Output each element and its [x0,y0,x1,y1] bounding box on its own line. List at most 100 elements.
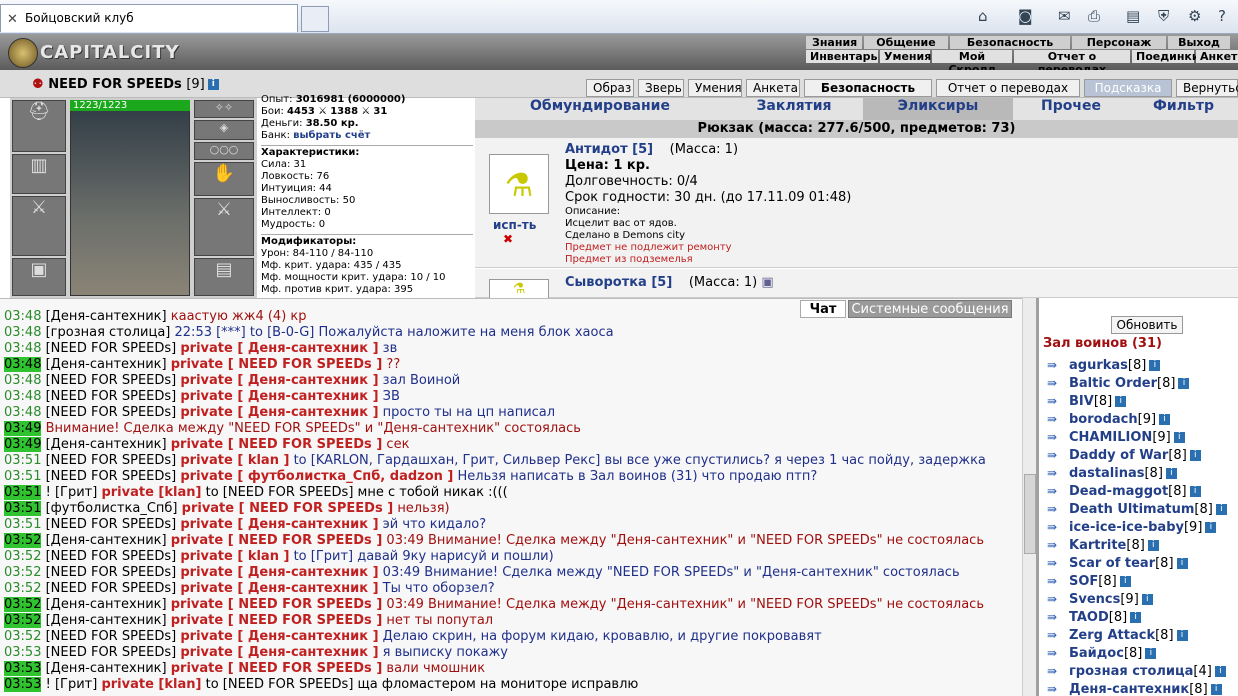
chat-nick[interactable]: [NEED FOR SPEEDs] [46,565,177,580]
helmet-slot[interactable]: ⛑ [12,100,66,152]
private-arrow-icon[interactable]: ⇛ [1047,410,1069,428]
chat-nick[interactable]: [NEED FOR SPEEDs] [46,405,177,420]
online-user[interactable]: ⇛ Байдос[8] i [1047,644,1157,663]
chat-time[interactable]: 03:52 [4,581,41,596]
user-nick[interactable]: Деня-сантехник [1069,682,1189,696]
chat-time[interactable]: 03:52 [4,629,41,644]
chat-nick[interactable]: [NEED FOR SPEEDs] [46,645,177,660]
new-tab-button[interactable] [301,6,329,32]
chat-private-target[interactable]: private [ Деня-сантехник ] [180,405,378,420]
info-icon[interactable]: i [1147,540,1159,551]
chat-nick[interactable]: [Деня-сантехник] [46,661,167,676]
user-nick[interactable]: dastalinas [1069,466,1144,481]
chat-time[interactable]: 03:52 [4,549,41,564]
chat-private-target[interactable]: private [ Деня-сантехник ] [180,389,378,404]
chat-nick[interactable]: [Деня-сантехник] [46,437,167,452]
info-icon[interactable]: i [1141,594,1153,605]
chat-private-target[interactable]: private [ klan ] [180,549,289,564]
bank-link[interactable]: выбрать счёт [293,130,370,141]
chat-time[interactable]: 03:51 [4,469,41,484]
private-arrow-icon[interactable]: ⇛ [1047,446,1069,464]
feeds-icon[interactable]: ◙ [1018,7,1033,25]
bracers-slot[interactable]: ▥ [12,154,66,194]
user-nick[interactable]: Daddy of War [1069,448,1168,463]
private-arrow-icon[interactable]: ⇛ [1047,374,1069,392]
refresh-button[interactable]: Обновить [1111,316,1183,334]
back-button[interactable]: Вернуться [1176,79,1238,97]
gloves-slot[interactable]: ✋ [194,162,254,196]
tab-elixirs[interactable]: Эликсиры [863,98,1013,120]
chat-nick[interactable]: [NEED FOR SPEEDs] [46,581,177,596]
menu-skills[interactable]: Умения [880,50,931,63]
tools-icon[interactable]: ⚙ [1188,7,1201,25]
chat-private-target[interactable]: private [ Деня-сантехник ] [180,629,378,644]
info-icon[interactable]: i [1130,612,1142,623]
chat-time[interactable]: 03:53 [4,677,42,692]
user-nick[interactable]: TAOD [1069,610,1109,625]
info-icon[interactable]: i [1159,414,1171,425]
home-icon[interactable]: ⌂ [978,7,988,25]
chat-nick[interactable]: ! [Грит] [46,677,98,692]
characteristics-header[interactable]: Характеристики: [261,145,473,159]
image-button[interactable]: Образ [586,79,634,97]
info-icon[interactable]: i [1176,630,1188,641]
info-icon[interactable]: i [1119,576,1131,587]
item-name[interactable]: Антидот [5] [565,142,653,157]
info-icon[interactable]: i [1145,648,1157,659]
chat-time[interactable]: 03:53 [4,661,42,676]
page-icon[interactable]: ▤ [1126,7,1140,25]
pet-button[interactable]: Зверь [638,79,684,97]
private-arrow-icon[interactable]: ⇛ [1047,572,1069,590]
menu-inventory[interactable]: Инвентарь [806,50,878,63]
user-nick[interactable]: Svencs [1069,592,1120,607]
chat-time[interactable]: 03:48 [4,325,41,340]
user-nick[interactable]: Байдос [1069,646,1124,661]
info-icon[interactable]: i [1149,360,1161,371]
private-arrow-icon[interactable]: ⇛ [1047,644,1069,662]
boots-slot[interactable]: ▤ [194,258,254,296]
chat-nick[interactable]: [NEED FOR SPEEDs] [46,389,177,404]
chat-nick[interactable]: [NEED FOR SPEEDs] [46,453,177,468]
private-arrow-icon[interactable]: ⇛ [1047,536,1069,554]
chat-private-target[interactable]: private [ Деня-сантехник ] [180,373,378,388]
chat-private-target[interactable]: private [ Деня-сантехник ] [180,581,378,596]
online-user[interactable]: ⇛ borodach[9] i [1047,410,1171,429]
chat-nick[interactable]: [Деня-сантехник] [46,533,167,548]
chat-nick[interactable]: [Деня-сантехник] [46,309,167,324]
chat-private-target[interactable]: private [ klan ] [180,453,289,468]
earrings-slot[interactable]: ✧✧ [194,100,254,118]
help-icon[interactable]: ? [1218,7,1226,25]
menu-knowledge[interactable]: Знания [806,36,862,49]
chat-private-target[interactable]: private [ футболистка_Спб, dadzon ] [180,469,453,484]
amulet-slot[interactable]: ◈ [194,120,254,140]
chat-time[interactable]: 03:48 [4,373,41,388]
chat-private-target[interactable]: private [ NEED FOR SPEEDs ] [182,501,394,516]
user-nick[interactable]: ice-ice-ice-baby [1069,520,1184,535]
chat-private-target[interactable]: private [ NEED FOR SPEEDs ] [171,661,383,676]
chat-time[interactable]: 03:52 [4,613,42,628]
chat-private-target[interactable]: private [ Деня-сантехник ] [180,565,378,580]
menu-security[interactable]: Безопасность [950,36,1070,49]
chat-nick[interactable]: [NEED FOR SPEEDs] [46,517,177,532]
chat-nick[interactable]: [грозная столица] [46,325,171,340]
info-icon[interactable]: i [1165,468,1177,479]
item-name[interactable]: Сыворотка [5] [565,275,672,290]
menu-scroll[interactable]: Мой Скролл [932,50,1012,76]
private-arrow-icon[interactable]: ⇛ [1047,500,1069,518]
info-icon[interactable]: i [1173,432,1185,443]
chat-private-target[interactable]: private [ NEED FOR SPEEDs ] [171,437,383,452]
print-icon[interactable]: ⎙ [1088,7,1100,25]
private-arrow-icon[interactable]: ⇛ [1047,662,1069,680]
menu-fights[interactable]: Поединки [1132,50,1200,63]
online-user[interactable]: ⇛ dastalinas[8] i [1047,464,1177,483]
menu-profile[interactable]: Анкет [1196,50,1238,63]
chat-time[interactable]: 03:48 [4,357,42,372]
online-user[interactable]: ⇛ ice-ice-ice-baby[9] i [1047,518,1217,537]
browser-tab[interactable]: ✕ Бойцовский клуб [0,4,298,32]
chat-time[interactable]: 03:52 [4,533,42,548]
chat-nick[interactable]: [Деня-сантехник] [46,357,167,372]
chat-private-target[interactable]: private [klan] [101,485,201,500]
user-nick[interactable]: borodach [1069,412,1138,427]
info-icon[interactable]: i [207,79,219,90]
user-nick[interactable]: Scar of tear [1069,556,1155,571]
